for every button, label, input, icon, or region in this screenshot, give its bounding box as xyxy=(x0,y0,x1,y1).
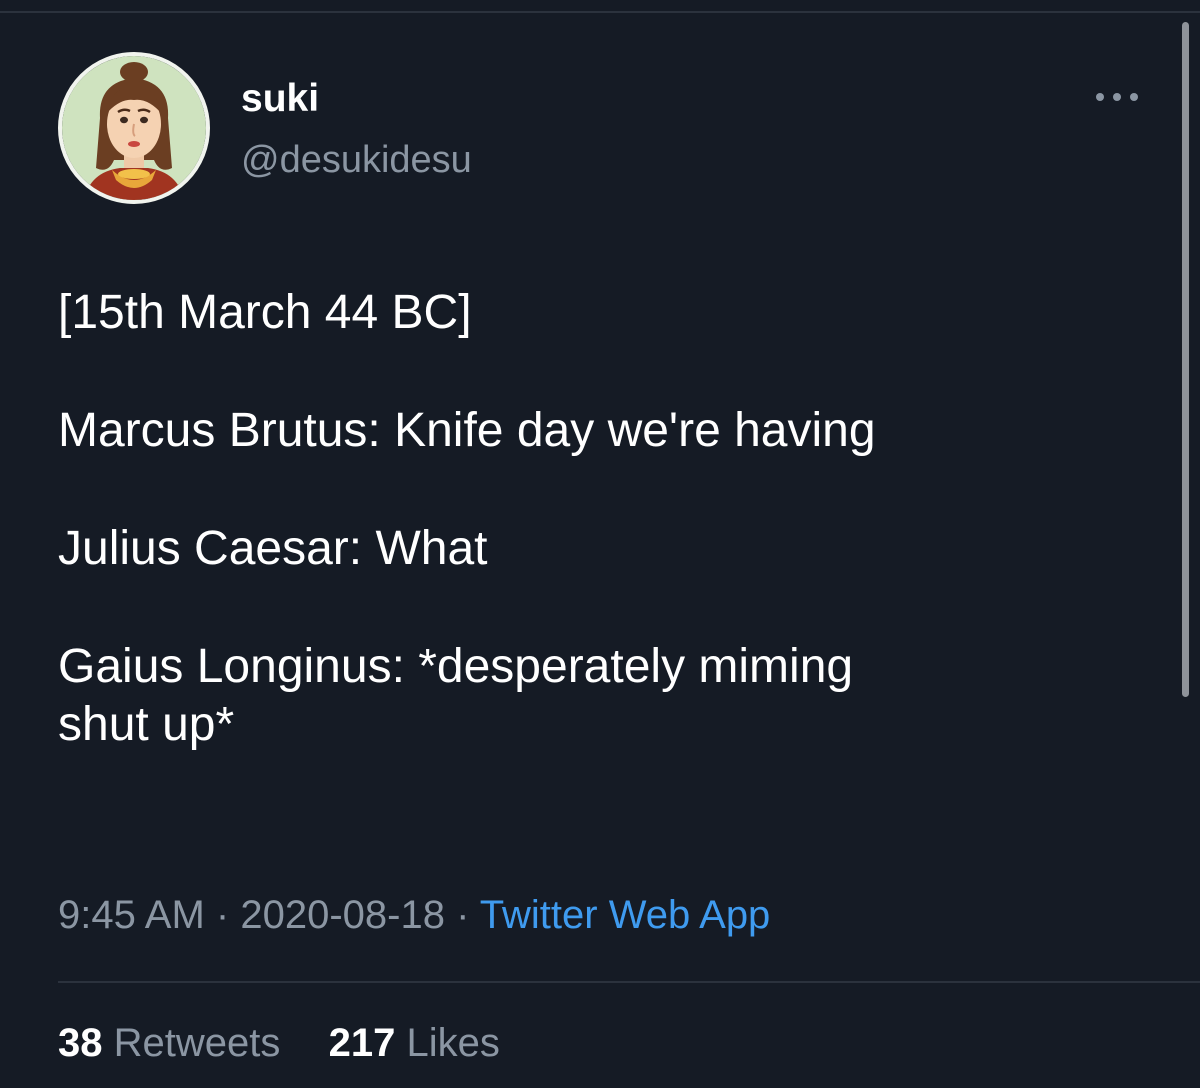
cartoon-portrait-icon xyxy=(62,56,206,200)
tweet-source-link[interactable]: Twitter Web App xyxy=(480,893,771,937)
tweet-line-longinus: Gaius Longinus: *desperately miming shut… xyxy=(58,638,1158,754)
tweet-date[interactable]: 2020-08-18 xyxy=(240,893,445,937)
tweet-time[interactable]: 9:45 AM xyxy=(58,893,205,937)
meta-separator: · xyxy=(215,893,230,937)
retweets-stat[interactable]: 38 Retweets xyxy=(58,1021,292,1065)
tweet-line-brutus: Marcus Brutus: Knife day we're having xyxy=(58,404,876,457)
tweet-line-longinus-part1: Gaius Longinus: *desperately miming xyxy=(58,640,854,693)
top-divider xyxy=(0,11,1200,13)
meta-divider xyxy=(58,981,1200,983)
likes-count: 217 xyxy=(328,1021,396,1065)
tweet-line-longinus-part2: shut up* xyxy=(58,698,235,751)
scrollbar[interactable] xyxy=(1182,22,1189,697)
tweet-line-caesar: Julius Caesar: What xyxy=(58,522,488,575)
author-handle[interactable]: @desukidesu xyxy=(241,138,472,182)
more-options-button[interactable] xyxy=(1088,82,1146,112)
tweet-line-date: [15th March 44 BC] xyxy=(58,286,472,339)
avatar[interactable] xyxy=(58,52,210,204)
more-horizontal-icon xyxy=(1096,93,1138,101)
retweets-count: 38 xyxy=(58,1021,103,1065)
tweet-stats: 38 Retweets 217 Likes xyxy=(58,1018,500,1068)
retweets-label: Retweets xyxy=(113,1021,281,1065)
likes-stat[interactable]: 217 Likes xyxy=(318,1021,500,1065)
author-display-name[interactable]: suki xyxy=(241,76,319,122)
tweet-text: [15th March 44 BC] Marcus Brutus: Knife … xyxy=(58,284,1158,754)
likes-label: Likes xyxy=(406,1021,500,1065)
tweet-meta: 9:45 AM · 2020-08-18 · Twitter Web App xyxy=(58,890,770,940)
meta-separator: · xyxy=(456,893,470,937)
